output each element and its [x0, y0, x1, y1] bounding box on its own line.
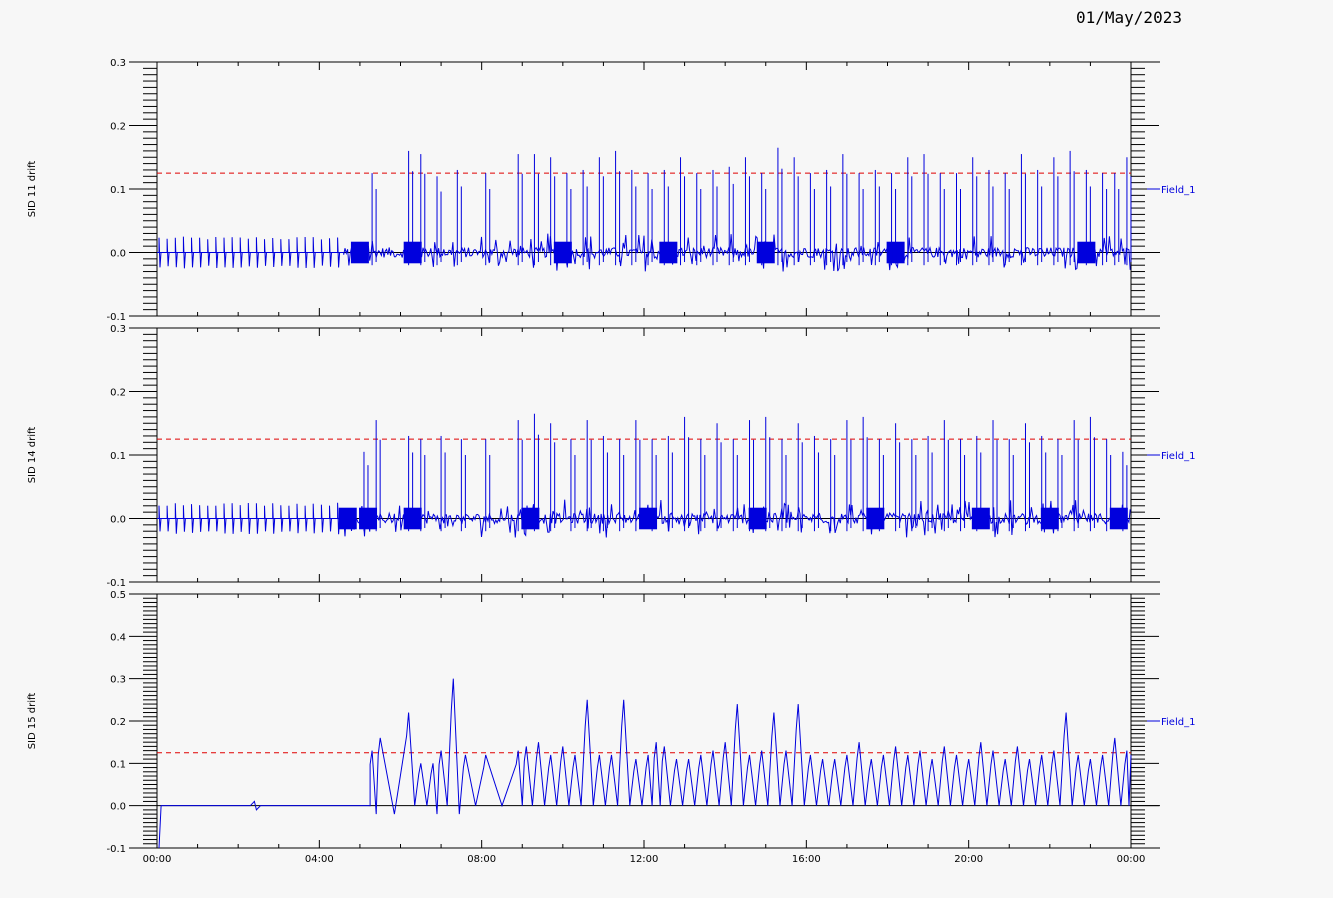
- y-tick-label: 0.1: [110, 185, 126, 196]
- y-tick-label: 0.2: [110, 122, 126, 133]
- panel-3: -0.1 0.0 0.1 0.2 0.3 0.4 0.5 SID 15 drift Field_…: [27, 590, 1195, 865]
- y-tick-label: -0.1: [106, 844, 126, 855]
- y-tick-label: 0.5: [110, 590, 126, 601]
- series-burst: [553, 241, 572, 264]
- y-axis-label: SID 11 drift: [27, 161, 38, 218]
- y-tick-label: 0.0: [110, 249, 126, 260]
- series-burst: [350, 241, 369, 264]
- plot-frame: [156, 61, 1132, 317]
- panel-1: -0.1 0.0 0.1 0.2 0.3 SID 11 drift Field_1: [27, 58, 1195, 323]
- series-burst: [748, 507, 767, 530]
- drift-chart: -0.10.00.10.20.3SID 11 drift Field_1-0.10…: [27, 58, 1195, 865]
- y-tick-label: 0.2: [110, 717, 126, 728]
- series-burst: [1109, 507, 1128, 530]
- legend-label: Field_1: [1161, 185, 1195, 196]
- series-burst: [338, 507, 357, 530]
- x-tick-label: 04:00: [305, 854, 334, 865]
- panel-2: -0.1 0.0 0.1 0.2 0.3 SID 14 drift Field_1: [27, 324, 1195, 589]
- y-tick-label: 0.3: [110, 675, 126, 686]
- x-tick-label: 12:00: [630, 854, 659, 865]
- y-tick-label: -0.1: [106, 578, 126, 589]
- plot-frame: [156, 327, 1132, 583]
- x-tick-label: 00:00: [1117, 854, 1146, 865]
- y-tick-label: 0.3: [110, 324, 126, 335]
- series-burst: [639, 507, 658, 530]
- y-axis-label: SID 14 drift: [27, 427, 38, 484]
- series-burst: [1040, 507, 1059, 530]
- y-tick-label: 0.1: [110, 451, 126, 462]
- series-burst: [521, 507, 540, 530]
- series-line: [158, 678, 1132, 849]
- plot-frame: [156, 593, 1132, 849]
- legend-label: Field_1: [1161, 451, 1195, 462]
- y-tick-label: -0.1: [106, 312, 126, 323]
- y-tick-label: 0.0: [110, 802, 126, 813]
- series-burst: [866, 507, 885, 530]
- legend-label: Field_1: [1161, 717, 1195, 728]
- y-tick-label: 0.0: [110, 515, 126, 526]
- y-tick-label: 0.4: [110, 632, 126, 643]
- y-tick-label: 0.1: [110, 759, 126, 770]
- x-tick-label: 16:00: [792, 854, 821, 865]
- y-tick-label: 0.3: [110, 58, 126, 69]
- y-tick-label: 0.2: [110, 388, 126, 399]
- y-axis-label: SID 15 drift: [27, 693, 38, 750]
- x-tick-label: 08:00: [467, 854, 496, 865]
- x-tick-label: 00:00: [143, 854, 172, 865]
- x-tick-label: 20:00: [954, 854, 983, 865]
